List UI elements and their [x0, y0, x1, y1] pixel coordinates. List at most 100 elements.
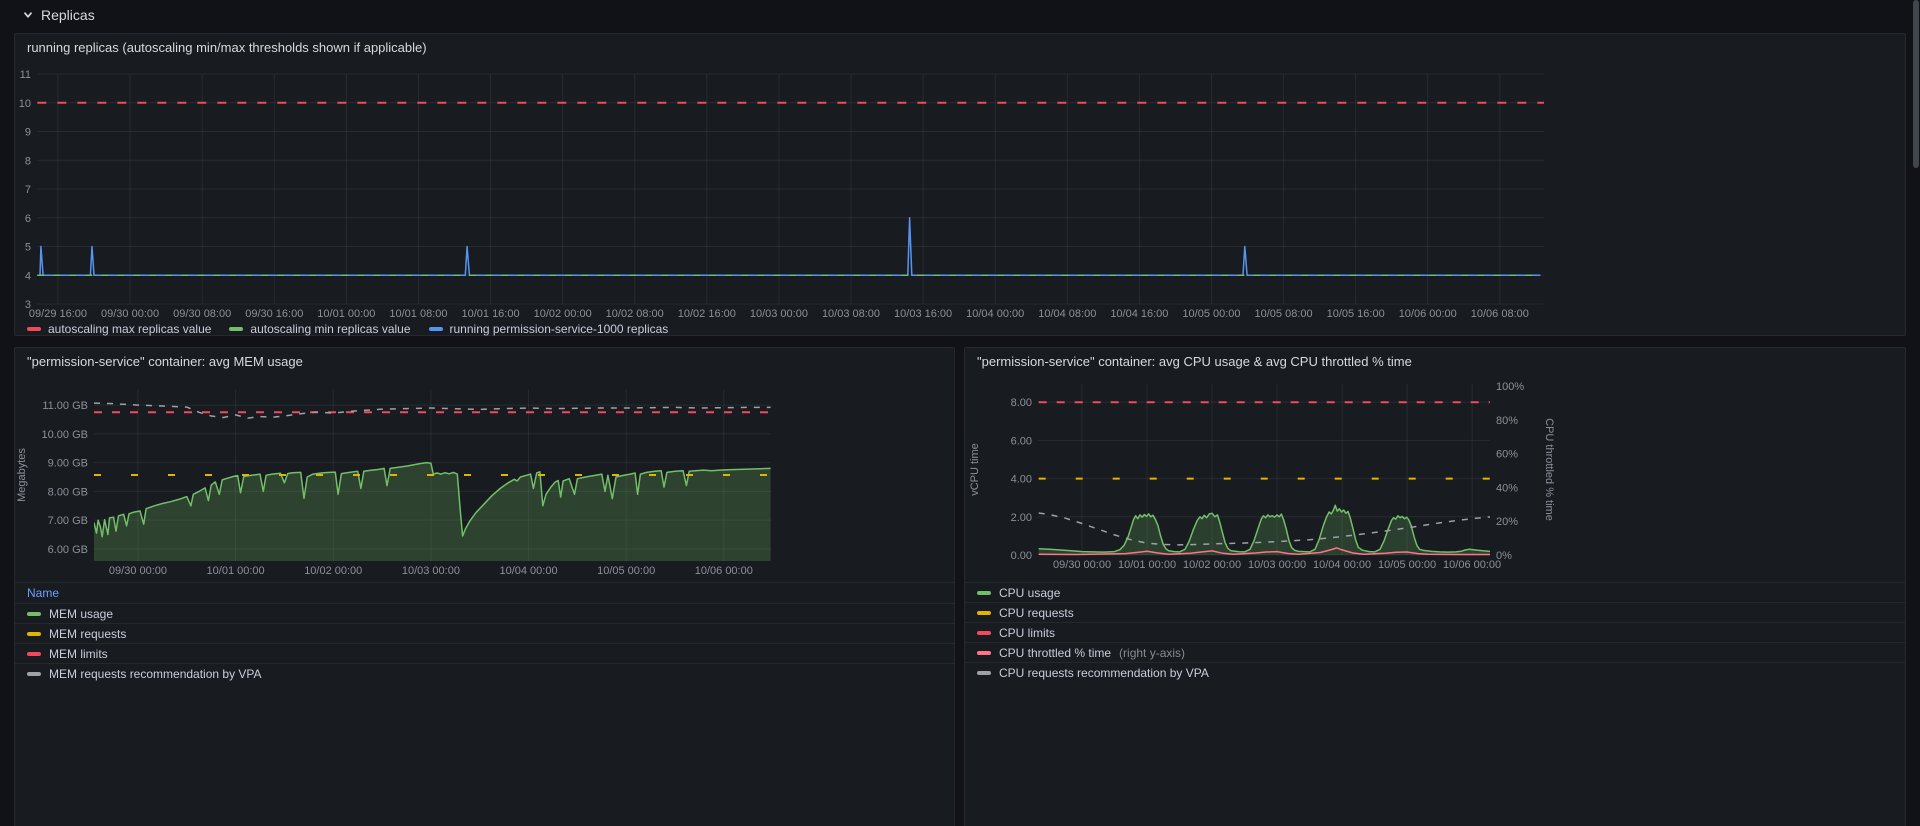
cpu-legend: CPU usage CPU requests CPU limits CPU throt…	[965, 582, 1905, 682]
svg-text:10/02 00:00: 10/02 00:00	[304, 565, 362, 577]
mem-chart[interactable]: 09/30 00:0010/01 00:0010/02 00:0010/03 0…	[15, 376, 954, 582]
scrollbar-track[interactable]	[1911, 0, 1920, 826]
svg-text:10/03 08:00: 10/03 08:00	[822, 308, 880, 320]
legend-swatch	[229, 327, 243, 331]
svg-text:10/05 08:00: 10/05 08:00	[1255, 308, 1313, 320]
legend-swatch	[27, 632, 41, 636]
svg-text:3: 3	[25, 299, 31, 311]
svg-text:0%: 0%	[1496, 550, 1512, 562]
legend-label: CPU throttled % time	[999, 646, 1111, 660]
svg-text:10/02 08:00: 10/02 08:00	[606, 308, 664, 320]
legend-swatch	[27, 612, 41, 616]
svg-text:10/05 00:00: 10/05 00:00	[1182, 308, 1240, 320]
svg-text:10/06 00:00: 10/06 00:00	[695, 565, 753, 577]
svg-text:09/30 08:00: 09/30 08:00	[173, 308, 231, 320]
svg-text:CPU throttled % time: CPU throttled % time	[1543, 418, 1555, 521]
legend-swatch	[977, 651, 991, 655]
svg-text:60%: 60%	[1496, 449, 1518, 461]
svg-text:10.00 GB: 10.00 GB	[42, 429, 88, 441]
svg-text:10/02 00:00: 10/02 00:00	[534, 308, 592, 320]
legend-item[interactable]: CPU requests	[965, 602, 1905, 622]
svg-text:09/30 00:00: 09/30 00:00	[109, 565, 167, 577]
legend-item[interactable]: CPU requests recommendation by VPA	[965, 662, 1905, 682]
legend-swatch	[977, 591, 991, 595]
svg-text:100%: 100%	[1496, 381, 1524, 393]
svg-text:9.00 GB: 9.00 GB	[48, 458, 88, 470]
svg-text:10/01 08:00: 10/01 08:00	[389, 308, 447, 320]
svg-text:10/02 16:00: 10/02 16:00	[678, 308, 736, 320]
legend-item[interactable]: MEM requests	[15, 623, 954, 643]
legend-swatch	[977, 671, 991, 675]
legend-item[interactable]: MEM usage	[15, 603, 954, 623]
svg-text:10/03 00:00: 10/03 00:00	[750, 308, 808, 320]
legend-item[interactable]: CPU limits	[965, 622, 1905, 642]
svg-text:10/04 00:00: 10/04 00:00	[1313, 559, 1371, 571]
svg-text:40%: 40%	[1496, 482, 1518, 494]
svg-text:80%: 80%	[1496, 415, 1518, 427]
svg-text:10/01 16:00: 10/01 16:00	[461, 308, 519, 320]
svg-text:8.00 GB: 8.00 GB	[48, 486, 88, 498]
legend-label: autoscaling min replicas value	[250, 322, 410, 336]
replicas-chart-canvas[interactable]: 09/29 16:0009/30 00:0009/30 08:0009/30 1…	[15, 62, 1903, 324]
svg-text:11: 11	[20, 69, 31, 81]
legend-item[interactable]: CPU throttled % time(right y-axis)	[965, 642, 1905, 662]
svg-text:10/01 00:00: 10/01 00:00	[317, 308, 375, 320]
panel-mem-usage: "permission-service" container: avg MEM …	[14, 347, 955, 826]
panel-mem-title[interactable]: "permission-service" container: avg MEM …	[15, 348, 954, 376]
svg-text:09/30 00:00: 09/30 00:00	[101, 308, 159, 320]
svg-text:8.00: 8.00	[1011, 397, 1032, 409]
svg-text:10/06 00:00: 10/06 00:00	[1443, 559, 1501, 571]
svg-text:09/30 00:00: 09/30 00:00	[1053, 559, 1111, 571]
legend-name-header[interactable]: Name	[15, 582, 954, 603]
scrollbar-thumb[interactable]	[1913, 0, 1919, 168]
legend-swatch	[977, 611, 991, 615]
svg-text:7.00 GB: 7.00 GB	[48, 515, 88, 527]
section-replicas-toggle[interactable]: Replicas	[22, 7, 95, 23]
legend-label: CPU requests recommendation by VPA	[999, 666, 1209, 680]
svg-text:10/04 00:00: 10/04 00:00	[499, 565, 557, 577]
grafana-dashboard: Replicas running replicas (autoscaling m…	[0, 0, 1920, 826]
legend-swatch	[27, 672, 41, 676]
legend-label: running permission-service-1000 replicas	[450, 322, 669, 336]
svg-text:8: 8	[25, 155, 31, 167]
legend-item[interactable]: running permission-service-1000 replicas	[429, 322, 669, 336]
legend-item[interactable]: MEM limits	[15, 643, 954, 663]
svg-text:09/29 16:00: 09/29 16:00	[29, 308, 87, 320]
svg-text:0.00: 0.00	[1011, 550, 1032, 562]
svg-text:10/06 08:00: 10/06 08:00	[1471, 308, 1529, 320]
svg-text:10/02 00:00: 10/02 00:00	[1183, 559, 1241, 571]
svg-text:10/04 16:00: 10/04 16:00	[1110, 308, 1168, 320]
legend-item[interactable]: MEM requests recommendation by VPA	[15, 663, 954, 683]
svg-text:11.00 GB: 11.00 GB	[42, 400, 88, 412]
legend-label: MEM requests recommendation by VPA	[49, 667, 262, 681]
legend-swatch	[27, 327, 41, 331]
mem-chart-canvas[interactable]: 09/30 00:0010/01 00:0010/02 00:0010/03 0…	[15, 376, 954, 582]
svg-text:10/05 00:00: 10/05 00:00	[1378, 559, 1436, 571]
svg-text:10/05 16:00: 10/05 16:00	[1327, 308, 1385, 320]
svg-text:7: 7	[25, 184, 31, 196]
cpu-chart-canvas[interactable]: 09/30 00:0010/01 00:0010/02 00:0010/03 0…	[965, 376, 1904, 582]
panel-cpu-title[interactable]: "permission-service" container: avg CPU …	[965, 348, 1905, 376]
svg-text:10/04 08:00: 10/04 08:00	[1038, 308, 1096, 320]
svg-text:20%: 20%	[1496, 516, 1518, 528]
svg-text:4: 4	[25, 270, 31, 282]
svg-text:10/05 00:00: 10/05 00:00	[597, 565, 655, 577]
legend-swatch	[27, 652, 41, 656]
legend-item[interactable]: autoscaling min replicas value	[229, 322, 410, 336]
legend-label: CPU limits	[999, 626, 1055, 640]
cpu-chart[interactable]: 09/30 00:0010/01 00:0010/02 00:0010/03 0…	[965, 376, 1904, 582]
legend-item[interactable]: CPU usage	[965, 582, 1905, 602]
legend-label: CPU usage	[999, 586, 1060, 600]
svg-text:10/01 00:00: 10/01 00:00	[207, 565, 265, 577]
svg-text:4.00: 4.00	[1011, 474, 1032, 486]
chevron-down-icon	[22, 9, 34, 21]
svg-text:6: 6	[25, 213, 31, 225]
legend-item[interactable]: autoscaling max replicas value	[27, 322, 211, 336]
panel-replicas-title[interactable]: running replicas (autoscaling min/max th…	[15, 34, 1905, 62]
legend-label: CPU requests	[999, 606, 1074, 620]
svg-text:10/03 00:00: 10/03 00:00	[1248, 559, 1306, 571]
replicas-chart[interactable]: 09/29 16:0009/30 00:0009/30 08:0009/30 1…	[15, 62, 1903, 324]
svg-text:6.00 GB: 6.00 GB	[48, 544, 88, 556]
legend-swatch	[977, 631, 991, 635]
replicas-legend: autoscaling max replicas value autoscalin…	[27, 322, 668, 336]
